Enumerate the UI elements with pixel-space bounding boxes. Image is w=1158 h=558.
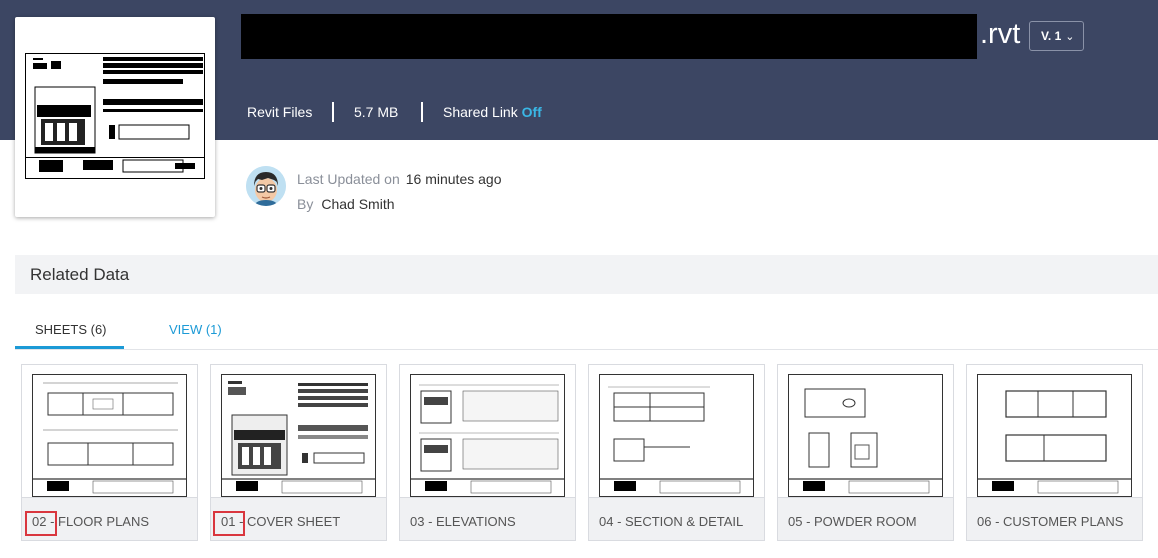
sheet-name: 06 - CUSTOMER PLANS [977, 514, 1124, 529]
cover-sheet-preview [222, 381, 375, 494]
cover-sheet-preview [25, 53, 205, 179]
shared-link-toggle[interactable]: Off [522, 104, 542, 120]
sheet-number-highlight [213, 511, 245, 536]
file-type: Revit Files [247, 104, 313, 120]
sheet-name: 04 - SECTION & DETAIL [599, 514, 744, 529]
related-data-header: Related Data [15, 255, 1158, 294]
meta-divider [421, 102, 423, 122]
floor-plan-preview [33, 382, 186, 494]
last-updated-label: Last Updated on [297, 171, 400, 187]
sheet-thumbnail [410, 374, 565, 497]
sheet-thumbnail [221, 374, 376, 497]
elevations-preview [411, 384, 564, 494]
sheet-card[interactable]: 05 - POWDER ROOM [777, 364, 954, 541]
active-tab-indicator [15, 346, 124, 349]
customer-plans-preview [978, 390, 1131, 494]
related-data-title: Related Data [30, 265, 130, 284]
shared-link-label: Shared Link [443, 104, 518, 120]
tab-view[interactable]: VIEW (1) [169, 322, 222, 337]
related-tabs: SHEETS (6) VIEW (1) [15, 310, 1158, 350]
sheet-thumbnail [599, 374, 754, 497]
sheet-thumbnail [977, 374, 1132, 497]
file-extension: .rvt [980, 18, 1021, 50]
avatar [246, 166, 286, 206]
author-name: Chad Smith [321, 196, 395, 212]
tab-sheets[interactable]: SHEETS (6) [35, 322, 107, 337]
version-dropdown[interactable]: V. 1 ⌄ [1029, 21, 1084, 51]
author: By Chad Smith [297, 196, 395, 212]
last-updated-value: 16 minutes ago [405, 171, 502, 187]
meta-divider [332, 102, 334, 122]
sheet-number-highlight [25, 511, 57, 536]
sheet-name: 03 - ELEVATIONS [410, 514, 516, 529]
section-detail-preview [600, 386, 753, 494]
shared-link-status[interactable]: Shared Link Off [443, 104, 542, 120]
file-size: 5.7 MB [354, 104, 399, 120]
sheet-name: 05 - POWDER ROOM [788, 514, 917, 529]
powder-room-preview [789, 388, 942, 494]
user-avatar-icon [246, 166, 286, 206]
sheet-card[interactable]: 04 - SECTION & DETAIL [588, 364, 765, 541]
version-label: V. 1 [1041, 29, 1062, 43]
sheet-card[interactable]: 06 - CUSTOMER PLANS [966, 364, 1143, 541]
file-thumbnail[interactable] [15, 17, 215, 217]
file-title-redacted [241, 14, 977, 59]
author-label: By [297, 196, 314, 212]
last-updated: Last Updated on 16 minutes ago [297, 171, 501, 187]
sheet-card[interactable]: 03 - ELEVATIONS [399, 364, 576, 541]
chevron-down-icon: ⌄ [1065, 31, 1075, 43]
sheet-thumbnail [32, 374, 187, 497]
sheet-thumbnail [788, 374, 943, 497]
